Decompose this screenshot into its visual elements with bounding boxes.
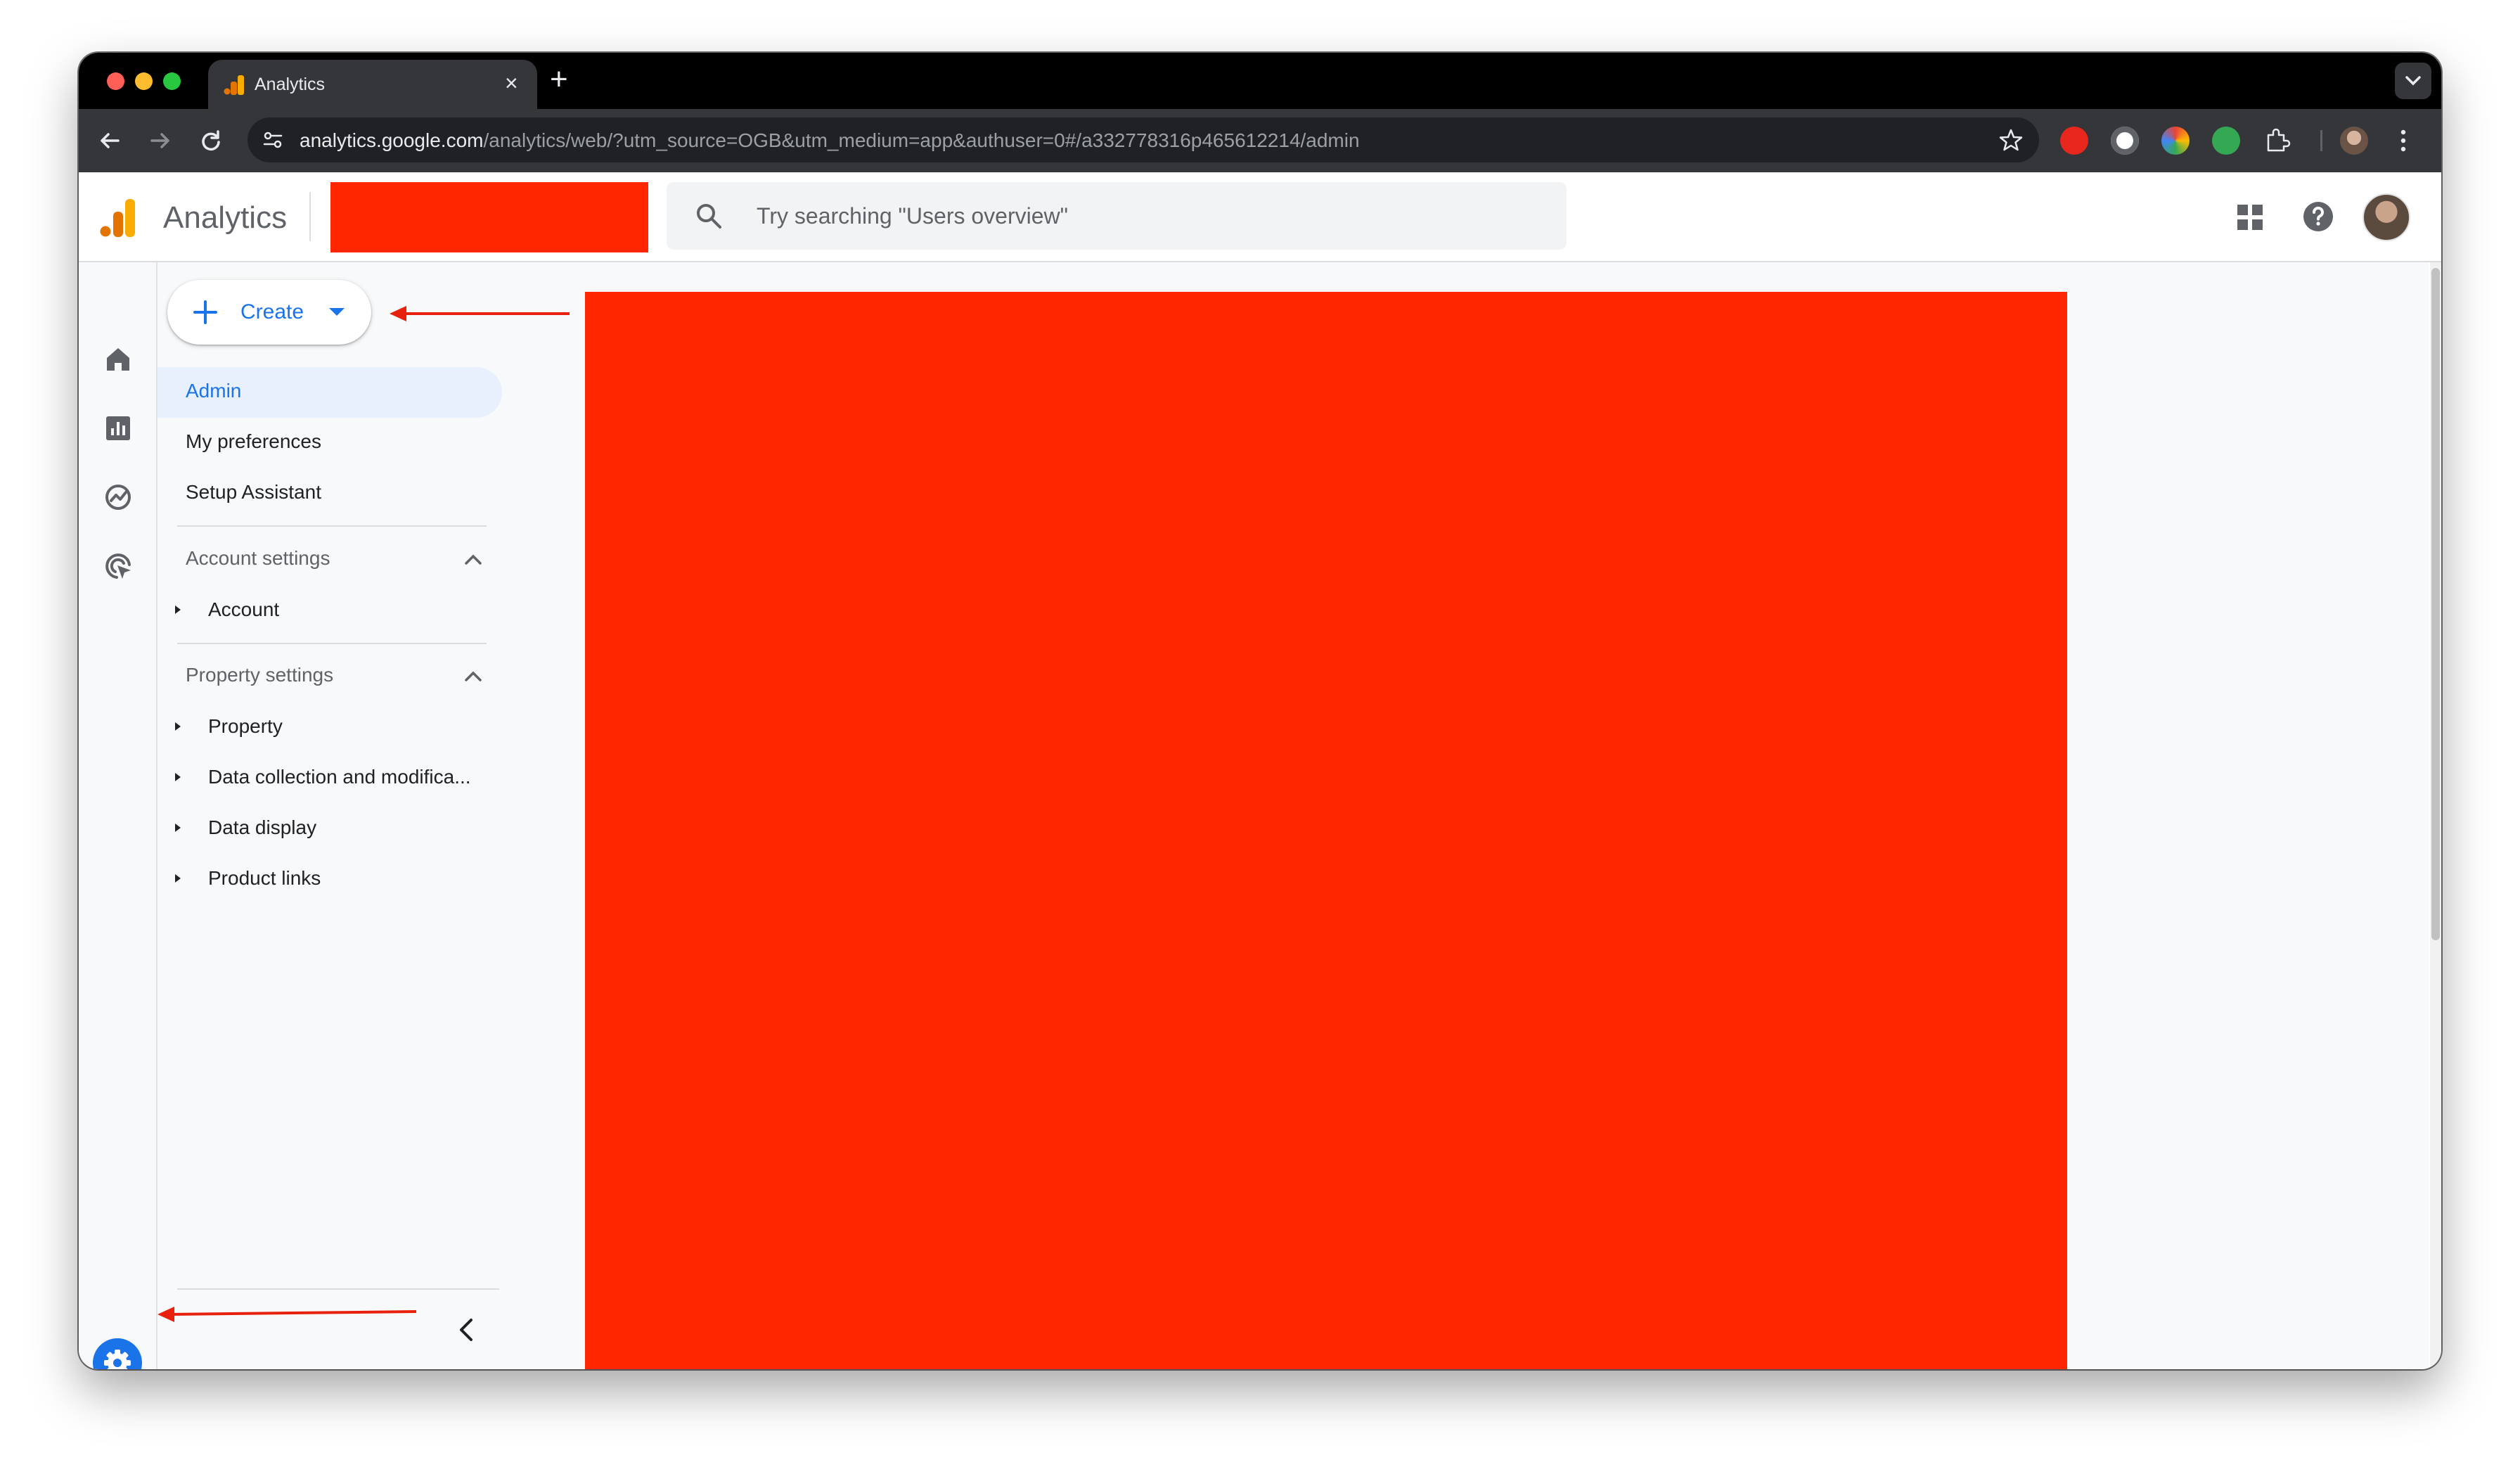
tab-title: Analytics: [255, 75, 326, 94]
browser-tab[interactable]: Analytics ×: [208, 60, 537, 109]
annotation-arrow-settings: [158, 1307, 417, 1322]
product-name: Analytics: [163, 200, 288, 235]
browser-menu-icon[interactable]: [2396, 127, 2410, 155]
nav-item-admin[interactable]: Admin: [186, 379, 241, 403]
extension-green-icon[interactable]: [2212, 127, 2240, 155]
create-button[interactable]: Create: [167, 280, 371, 345]
nav-item-account[interactable]: Account: [208, 598, 279, 622]
tab-close-button[interactable]: ×: [505, 72, 518, 94]
nav-item-setup-assistant[interactable]: Setup Assistant: [186, 480, 321, 504]
search-icon: [697, 204, 721, 229]
analytics-header: Analytics Try searching "Users overview": [79, 172, 2441, 262]
plus-icon: [193, 300, 217, 324]
extension-color-icon[interactable]: [2161, 127, 2190, 155]
arrow-left-icon: [101, 133, 120, 148]
redacted-content: [585, 292, 2067, 1369]
header-divider: [309, 192, 311, 241]
apps-grid-icon[interactable]: [2236, 203, 2264, 231]
window-close-button[interactable]: [107, 72, 124, 90]
reload-icon: [202, 130, 220, 151]
browser-window: Analytics × + analytics.google.com/analy…: [79, 53, 2441, 1369]
forward-button[interactable]: [145, 125, 176, 156]
url-host: analytics.google.com: [300, 129, 484, 151]
url-text: analytics.google.com/analytics/web/?utm_…: [300, 129, 1360, 152]
home-icon[interactable]: [103, 344, 134, 375]
tab-search-button[interactable]: [2395, 63, 2431, 99]
bookmark-star-icon[interactable]: [1998, 127, 2024, 153]
address-bar[interactable]: analytics.google.com/analytics/web/?utm_…: [248, 117, 2039, 162]
account-settings-header[interactable]: Account settings: [186, 546, 330, 570]
extension-grammar-icon[interactable]: [2111, 127, 2139, 155]
annotation-arrow-create: [390, 306, 570, 321]
reports-icon[interactable]: [103, 413, 134, 444]
expand-arrow-icon[interactable]: [174, 605, 181, 615]
account-avatar[interactable]: [2362, 193, 2410, 241]
help-icon[interactable]: [2301, 199, 2336, 234]
new-tab-button[interactable]: +: [550, 63, 568, 96]
left-rail: [79, 262, 158, 1369]
expand-arrow-icon[interactable]: [174, 772, 181, 782]
chevron-up-icon[interactable]: [464, 553, 482, 565]
create-label: Create: [240, 300, 304, 323]
nav-item-data-display[interactable]: Data display: [208, 816, 316, 840]
nav-item-my-preferences[interactable]: My preferences: [186, 430, 321, 454]
search-bar[interactable]: Try searching "Users overview": [667, 182, 1567, 250]
gear-icon: [104, 1350, 131, 1369]
profile-avatar-icon[interactable]: [2340, 127, 2368, 155]
explore-icon[interactable]: [103, 482, 134, 513]
caret-down-icon: [329, 308, 345, 316]
window-minimize-button[interactable]: [135, 72, 153, 90]
scrollbar-thumb[interactable]: [2431, 268, 2440, 940]
analytics-favicon-icon: [224, 75, 244, 95]
extension-red-icon[interactable]: [2060, 127, 2088, 155]
nav-item-product-links[interactable]: Product links: [208, 866, 321, 890]
toolbar-separator: [2320, 130, 2322, 151]
url-path: /analytics/web/?utm_source=OGB&utm_mediu…: [483, 129, 1360, 151]
collapse-nav-chevron-icon[interactable]: [456, 1316, 477, 1343]
back-button[interactable]: [94, 125, 125, 156]
expand-arrow-icon[interactable]: [174, 873, 181, 883]
chevron-down-icon: [2405, 76, 2421, 86]
browser-toolbar: analytics.google.com/analytics/web/?utm_…: [79, 109, 2441, 172]
chevron-up-icon[interactable]: [464, 669, 482, 682]
nav-divider: [177, 643, 487, 644]
site-settings-icon: [263, 132, 283, 148]
analytics-logo-icon: [100, 199, 135, 237]
search-placeholder: Try searching "Users overview": [757, 203, 1068, 229]
window-maximize-button[interactable]: [163, 72, 181, 90]
admin-settings-button[interactable]: [93, 1338, 142, 1369]
nav-divider: [177, 525, 487, 527]
nav-item-data-collection[interactable]: Data collection and modifica...: [208, 765, 471, 789]
reload-button[interactable]: [195, 125, 226, 156]
nav-item-property[interactable]: Property: [208, 714, 283, 738]
property-settings-header[interactable]: Property settings: [186, 663, 333, 687]
tab-strip: Analytics × +: [79, 53, 2441, 109]
expand-arrow-icon[interactable]: [174, 722, 181, 731]
extensions-puzzle-icon[interactable]: [2263, 127, 2291, 155]
arrow-right-icon: [150, 133, 169, 148]
redacted-account-selector: [330, 182, 648, 252]
advertising-icon[interactable]: [103, 551, 134, 582]
nav-divider: [177, 1288, 499, 1290]
expand-arrow-icon[interactable]: [174, 823, 181, 833]
